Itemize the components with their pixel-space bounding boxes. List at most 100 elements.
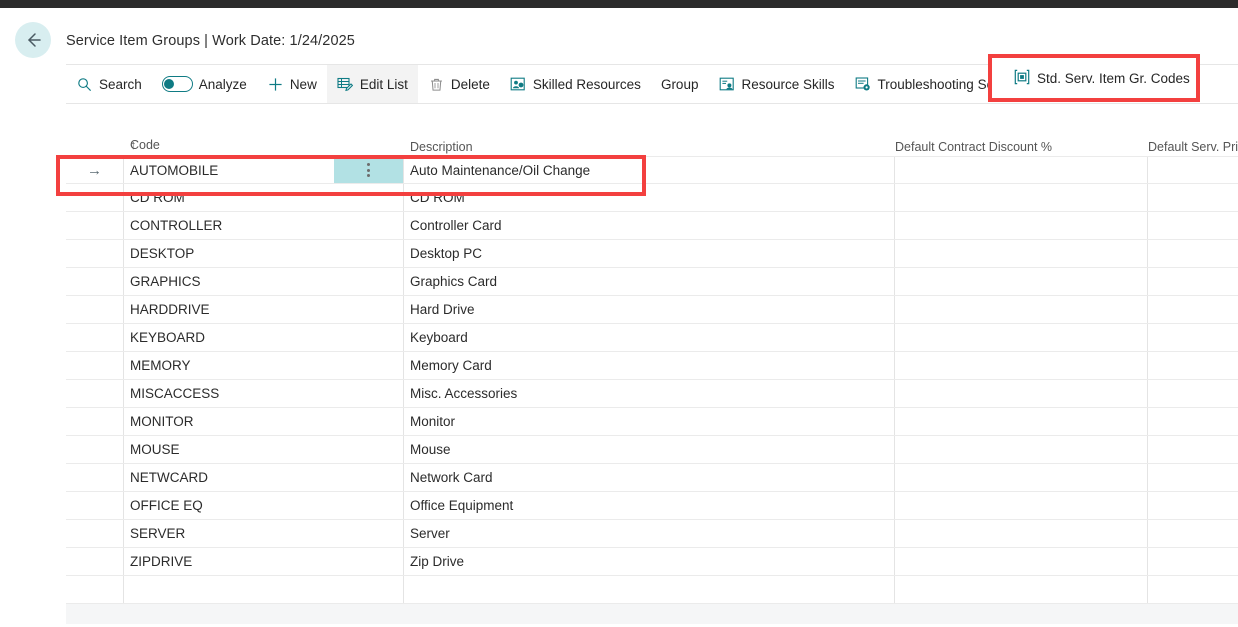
table-row[interactable]: SERVER Server	[66, 520, 1238, 548]
column-header-default-serv-price[interactable]: Default Serv. Pri	[1148, 140, 1238, 154]
cell-default-serv-price[interactable]	[1148, 380, 1238, 407]
table-row[interactable]: DESKTOP Desktop PC	[66, 240, 1238, 268]
cell-description[interactable]: Zip Drive	[404, 548, 895, 575]
cell-default-serv-price[interactable]	[1148, 408, 1238, 435]
cell-default-contract-discount[interactable]	[895, 464, 1148, 491]
cell-default-contract-discount[interactable]	[895, 408, 1148, 435]
table-row[interactable]: MEMORY Memory Card	[66, 352, 1238, 380]
cell-default-contract-discount[interactable]	[895, 436, 1148, 463]
cell-code[interactable]: DESKTOP	[124, 240, 334, 267]
cell-default-serv-price[interactable]	[1148, 268, 1238, 295]
cell-description[interactable]: CD ROM	[404, 184, 895, 211]
cell-code[interactable]: GRAPHICS	[124, 268, 334, 295]
cell-description[interactable]: Memory Card	[404, 352, 895, 379]
cell-description[interactable]: Network Card	[404, 464, 895, 491]
cell-default-contract-discount[interactable]	[895, 296, 1148, 323]
cell-default-serv-price[interactable]	[1148, 324, 1238, 351]
cell-description[interactable]: Office Equipment	[404, 492, 895, 519]
cell-code[interactable]: HARDDRIVE	[124, 296, 334, 323]
toolbar-button-edit-list[interactable]: Edit List	[327, 65, 418, 103]
toolbar-label-new: New	[290, 77, 317, 92]
table-row[interactable]	[66, 576, 1238, 604]
cell-default-contract-discount[interactable]	[895, 380, 1148, 407]
table-row[interactable]: MISCACCESS Misc. Accessories	[66, 380, 1238, 408]
cell-description[interactable]: Server	[404, 520, 895, 547]
cell-description[interactable]: Keyboard	[404, 324, 895, 351]
cell-code[interactable]: MOUSE	[124, 436, 334, 463]
search-icon	[76, 76, 93, 93]
table-row[interactable]: NETWCARD Network Card	[66, 464, 1238, 492]
cell-code[interactable]: OFFICE EQ	[124, 492, 334, 519]
cell-default-serv-price[interactable]	[1148, 296, 1238, 323]
cell-code[interactable]: AUTOMOBILE	[124, 157, 334, 183]
cell-default-contract-discount[interactable]	[895, 492, 1148, 519]
cell-default-serv-price[interactable]	[1148, 576, 1238, 603]
cell-default-serv-price[interactable]	[1148, 184, 1238, 211]
table-row[interactable]: ZIPDRIVE Zip Drive	[66, 548, 1238, 576]
cell-default-contract-discount[interactable]	[895, 212, 1148, 239]
row-options-button[interactable]	[334, 157, 404, 183]
cell-code[interactable]: ZIPDRIVE	[124, 548, 334, 575]
cell-code[interactable]: KEYBOARD	[124, 324, 334, 351]
table-row[interactable]: HARDDRIVE Hard Drive	[66, 296, 1238, 324]
cell-default-contract-discount[interactable]	[895, 576, 1148, 603]
cell-default-serv-price[interactable]	[1148, 548, 1238, 575]
column-header-description[interactable]: Description	[410, 140, 473, 154]
column-header-default-contract-discount[interactable]: Default Contract Discount %	[895, 140, 1052, 154]
cell-description[interactable]: Mouse	[404, 436, 895, 463]
arrow-right-icon: →	[87, 163, 102, 178]
cell-default-serv-price[interactable]	[1148, 464, 1238, 491]
cell-default-contract-discount[interactable]	[895, 268, 1148, 295]
toggle-switch-icon[interactable]	[162, 76, 193, 92]
table-row[interactable]: GRAPHICS Graphics Card	[66, 268, 1238, 296]
cell-default-contract-discount[interactable]	[895, 352, 1148, 379]
cell-default-serv-price[interactable]	[1148, 157, 1238, 183]
toolbar-button-new[interactable]: New	[257, 65, 327, 103]
cell-description[interactable]: Hard Drive	[404, 296, 895, 323]
cell-default-contract-discount[interactable]	[895, 240, 1148, 267]
page-title: Service Item Groups | Work Date: 1/24/20…	[66, 33, 355, 49]
cell-code[interactable]: MEMORY	[124, 352, 334, 379]
table-row[interactable]: MOUSE Mouse	[66, 436, 1238, 464]
toolbar-button-group[interactable]: Group	[651, 65, 709, 103]
table-row[interactable]: MONITOR Monitor	[66, 408, 1238, 436]
table-row[interactable]: CONTROLLER Controller Card	[66, 212, 1238, 240]
toolbar-button-troubleshooting-setup[interactable]: Troubleshooting Setup	[845, 65, 1023, 103]
cell-code[interactable]: SERVER	[124, 520, 334, 547]
cell-default-contract-discount[interactable]	[895, 157, 1148, 183]
toolbar-button-resource-skills[interactable]: Resource Skills	[708, 65, 844, 103]
cell-default-serv-price[interactable]	[1148, 212, 1238, 239]
cell-description[interactable]: Controller Card	[404, 212, 895, 239]
cell-default-contract-discount[interactable]	[895, 184, 1148, 211]
cell-default-contract-discount[interactable]	[895, 324, 1148, 351]
back-button[interactable]	[15, 22, 51, 58]
table-row[interactable]: KEYBOARD Keyboard	[66, 324, 1238, 352]
cell-description[interactable]: Misc. Accessories	[404, 380, 895, 407]
cell-code[interactable]: CD ROM	[124, 184, 334, 211]
toolbar-button-analyze[interactable]: Analyze	[152, 65, 257, 103]
cell-default-serv-price[interactable]	[1148, 240, 1238, 267]
cell-description[interactable]: Graphics Card	[404, 268, 895, 295]
cell-default-serv-price[interactable]	[1148, 436, 1238, 463]
toolbar-button-search[interactable]: Search	[66, 65, 152, 103]
toolbar-button-delete[interactable]: Delete	[418, 65, 500, 103]
cell-description[interactable]	[404, 576, 895, 603]
table-row[interactable]: → AUTOMOBILE Auto Maintenance/Oil Change	[66, 156, 1238, 184]
cell-code[interactable]: NETWCARD	[124, 464, 334, 491]
cell-code[interactable]: MISCACCESS	[124, 380, 334, 407]
cell-default-serv-price[interactable]	[1148, 492, 1238, 519]
cell-description[interactable]: Desktop PC	[404, 240, 895, 267]
cell-default-serv-price[interactable]	[1148, 520, 1238, 547]
toolbar-button-skilled-resources[interactable]: Skilled Resources	[500, 65, 651, 103]
toolbar-label-edit-list: Edit List	[360, 77, 408, 92]
cell-code[interactable]: CONTROLLER	[124, 212, 334, 239]
table-row[interactable]: OFFICE EQ Office Equipment	[66, 492, 1238, 520]
cell-default-contract-discount[interactable]	[895, 548, 1148, 575]
cell-code[interactable]: MONITOR	[124, 408, 334, 435]
cell-description[interactable]: Auto Maintenance/Oil Change	[404, 157, 895, 183]
cell-description[interactable]: Monitor	[404, 408, 895, 435]
cell-code[interactable]	[124, 576, 334, 603]
table-row[interactable]: CD ROM CD ROM	[66, 184, 1238, 212]
cell-default-serv-price[interactable]	[1148, 352, 1238, 379]
cell-default-contract-discount[interactable]	[895, 520, 1148, 547]
